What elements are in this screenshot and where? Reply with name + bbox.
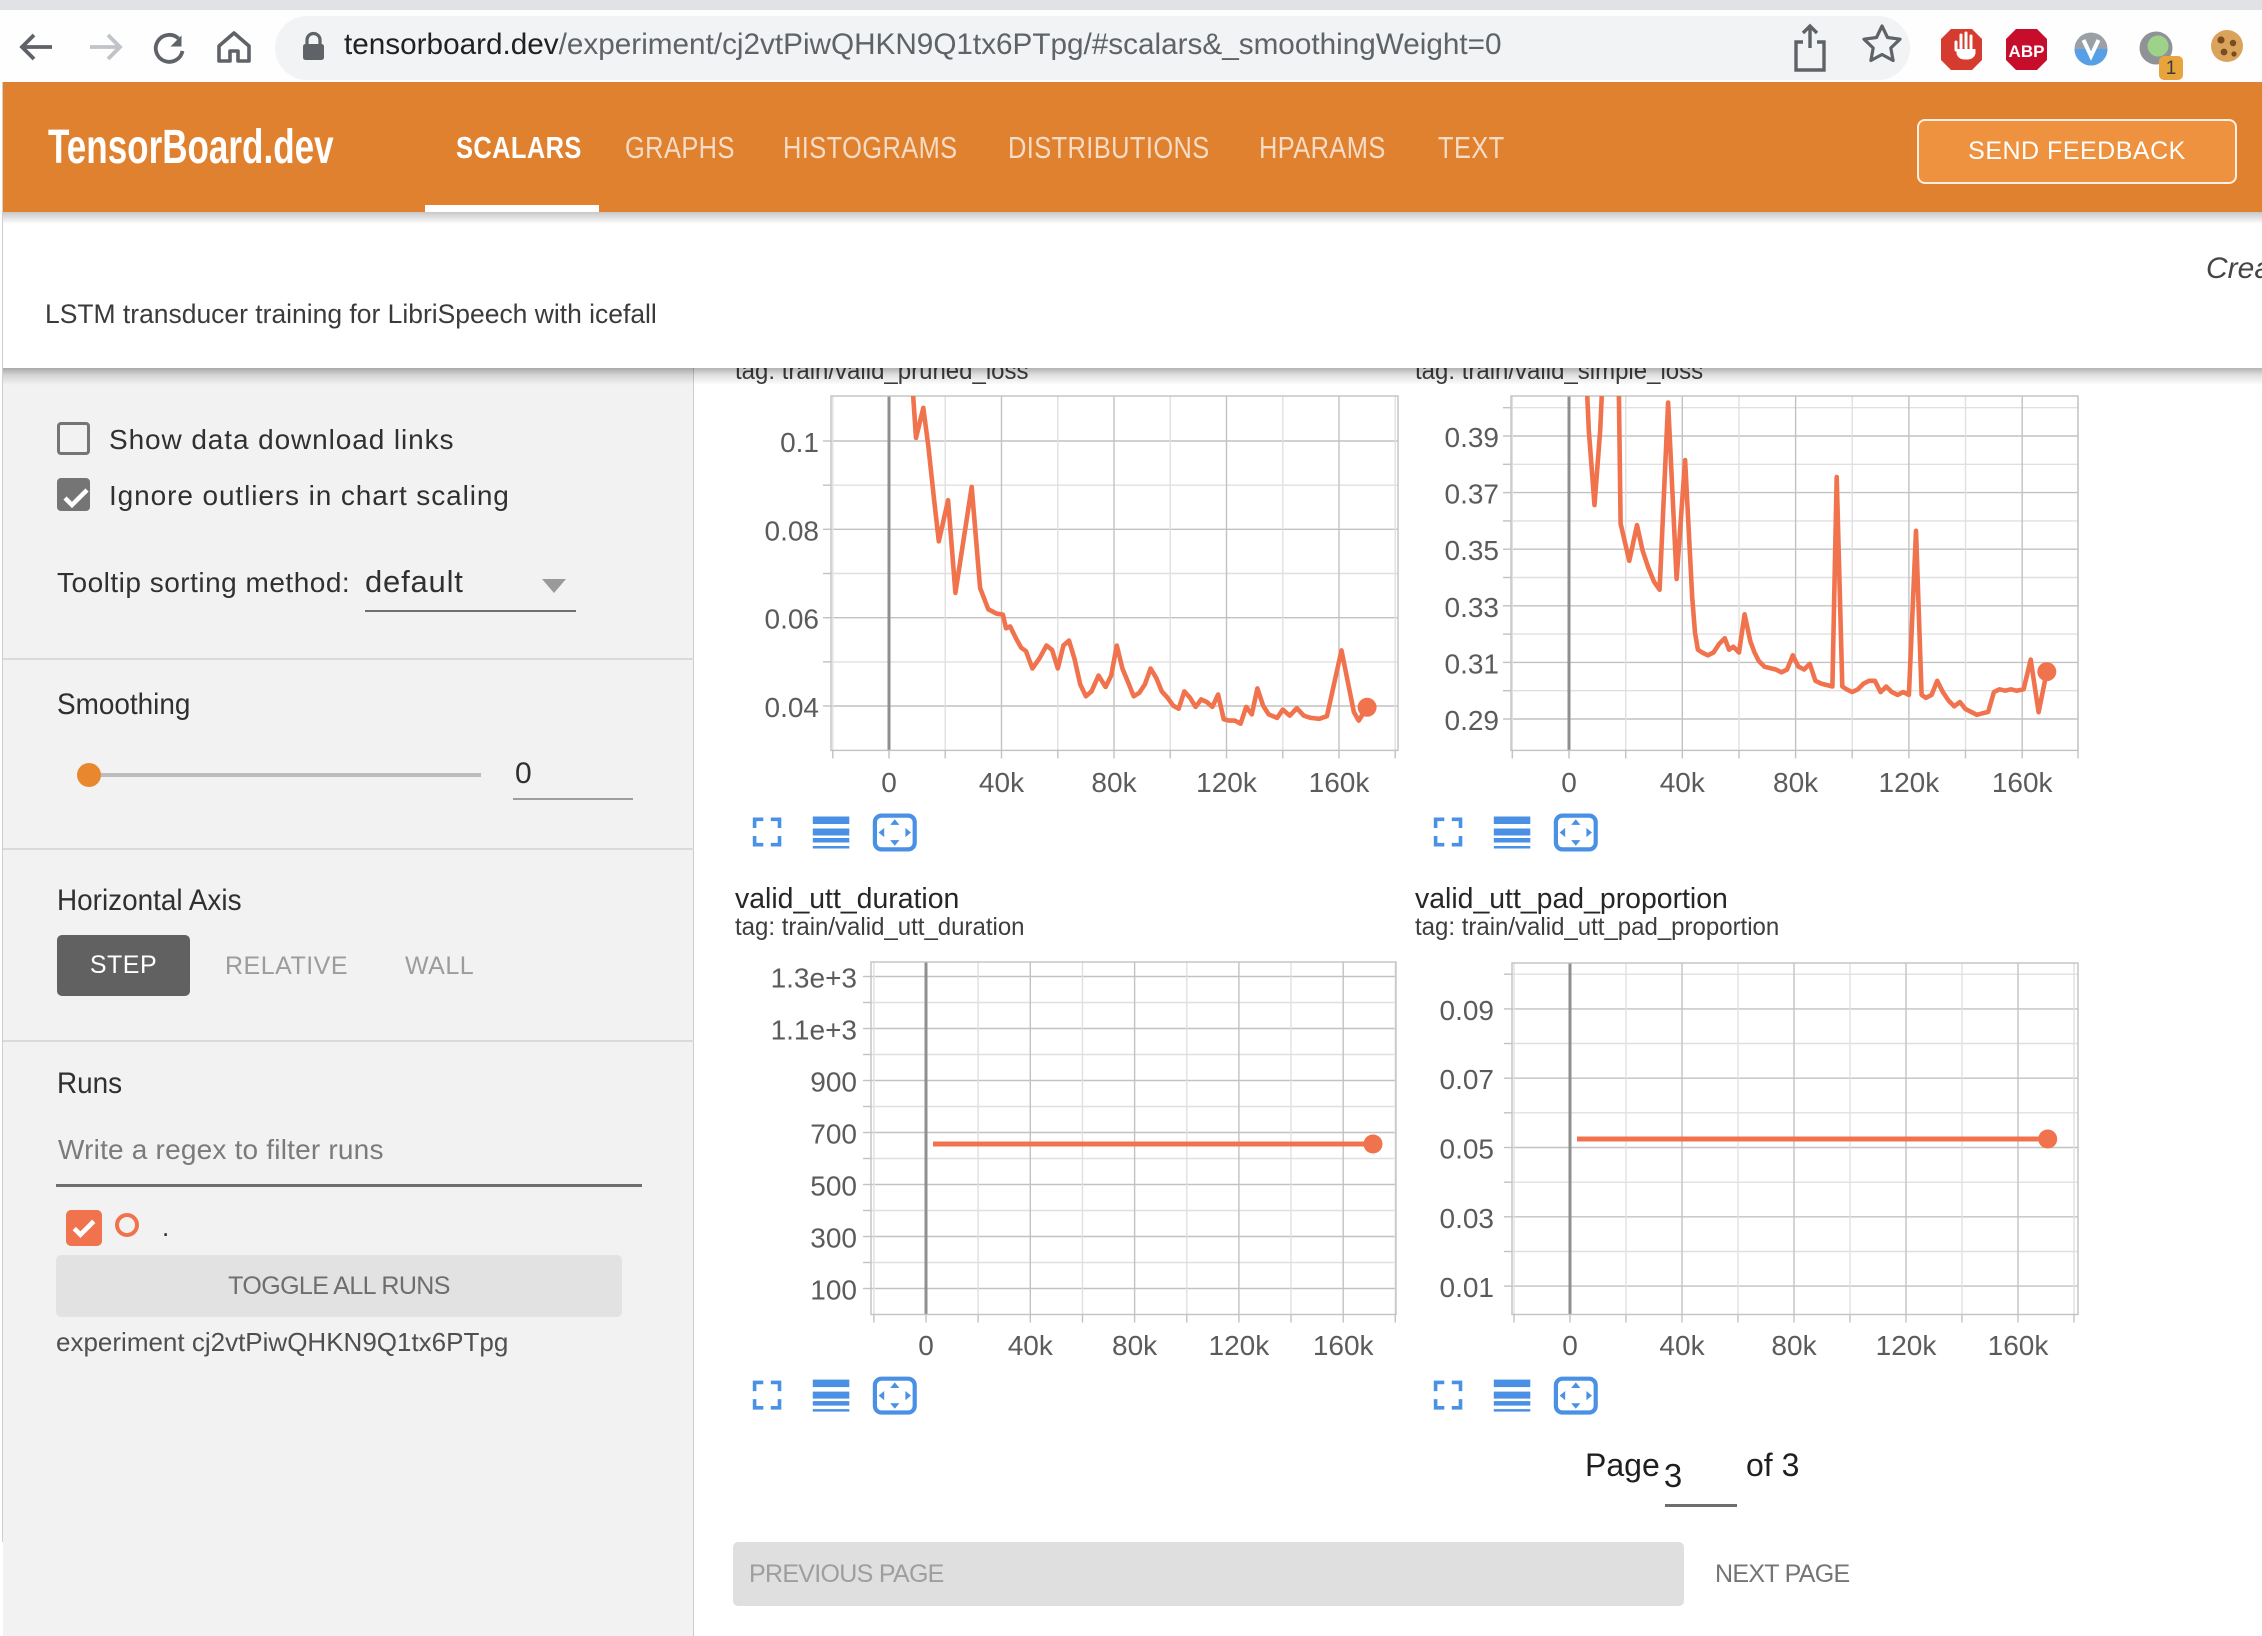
svg-text:0.09: 0.09 xyxy=(1440,995,1495,1026)
svg-text:0: 0 xyxy=(1561,767,1577,798)
svg-text:40k: 40k xyxy=(979,767,1025,798)
svg-text:1.3e+3: 1.3e+3 xyxy=(771,963,857,994)
svg-text:900: 900 xyxy=(810,1067,857,1098)
svg-text:0.05: 0.05 xyxy=(1440,1134,1495,1165)
svg-text:0.08: 0.08 xyxy=(765,515,820,546)
svg-text:80k: 80k xyxy=(1091,767,1137,798)
svg-text:ABP: ABP xyxy=(2009,42,2045,61)
svg-text:700: 700 xyxy=(810,1119,857,1150)
svg-text:160k: 160k xyxy=(1988,1330,2050,1361)
svg-text:0.04: 0.04 xyxy=(765,692,820,723)
svg-text:0.1: 0.1 xyxy=(780,427,819,458)
svg-text:40k: 40k xyxy=(1660,767,1706,798)
svg-text:0.39: 0.39 xyxy=(1445,422,1500,453)
svg-text:80k: 80k xyxy=(1112,1330,1158,1361)
svg-text:0.29: 0.29 xyxy=(1445,705,1500,736)
svg-text:40k: 40k xyxy=(1008,1330,1054,1361)
svg-text:160k: 160k xyxy=(1992,767,2054,798)
svg-text:40k: 40k xyxy=(1659,1330,1705,1361)
svg-text:80k: 80k xyxy=(1771,1330,1817,1361)
svg-text:0.35: 0.35 xyxy=(1445,535,1500,566)
svg-text:120k: 120k xyxy=(1879,767,1941,798)
svg-text:80k: 80k xyxy=(1773,767,1819,798)
svg-text:0: 0 xyxy=(881,767,897,798)
svg-text:120k: 120k xyxy=(1196,767,1258,798)
svg-text:300: 300 xyxy=(810,1223,857,1254)
svg-text:0.33: 0.33 xyxy=(1445,592,1500,623)
svg-text:0: 0 xyxy=(1562,1330,1578,1361)
svg-text:0.06: 0.06 xyxy=(765,604,820,635)
svg-text:0.03: 0.03 xyxy=(1440,1203,1495,1234)
svg-text:160k: 160k xyxy=(1309,767,1371,798)
svg-text:120k: 120k xyxy=(1209,1330,1271,1361)
svg-text:1.1e+3: 1.1e+3 xyxy=(771,1015,857,1046)
svg-text:500: 500 xyxy=(810,1171,857,1202)
svg-text:100: 100 xyxy=(810,1275,857,1306)
svg-text:160k: 160k xyxy=(1313,1330,1375,1361)
svg-text:0.37: 0.37 xyxy=(1445,479,1500,510)
svg-text:0.31: 0.31 xyxy=(1445,648,1500,679)
svg-text:0.01: 0.01 xyxy=(1440,1272,1495,1303)
svg-text:1: 1 xyxy=(2166,58,2177,79)
svg-text:120k: 120k xyxy=(1876,1330,1938,1361)
svg-text:0.07: 0.07 xyxy=(1440,1064,1495,1095)
svg-text:0: 0 xyxy=(918,1330,934,1361)
